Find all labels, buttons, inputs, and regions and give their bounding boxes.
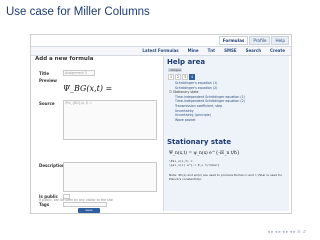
tab-help[interactable]: Help xyxy=(271,36,289,45)
sheet-title: Stationary state xyxy=(167,138,232,146)
beamer-navigation-icons[interactable]: ◂ ▸ ◂ ▸ ◂ ▸ ◂ ▸ ≡ ↺ xyxy=(268,230,307,235)
help-collapse-button[interactable]: collapse xyxy=(168,68,182,72)
source-label: Source xyxy=(39,101,55,106)
app-window: Formulas Profile Help Latest Formulas Mi… xyxy=(30,34,292,214)
pager-item-4[interactable]: 4 xyxy=(189,74,195,80)
topic-item[interactable]: Wave packet xyxy=(169,118,245,123)
save-button[interactable]: save xyxy=(78,208,100,213)
formula-form: Add a new formula Title Assignment 3 Pre… xyxy=(33,56,160,213)
state-formula: Ψ_n(x,t) = ψ_n(x) e^{-iE_n t/ħ} xyxy=(169,151,240,156)
tab-profile[interactable]: Profile xyxy=(249,36,271,45)
slide-title: Use case for Miller Columns xyxy=(6,6,150,18)
pager-item-3[interactable]: 3 xyxy=(182,74,188,80)
menu-tnt[interactable]: Tnt xyxy=(208,47,216,55)
pager-item-1[interactable]: 1 xyxy=(168,74,174,80)
tab-formulas[interactable]: Formulas xyxy=(218,36,249,45)
title-label: Title xyxy=(39,71,50,76)
help-note: Note: Ψn(x) and ψn(x) are used to produc… xyxy=(169,173,283,181)
pager-item-2[interactable]: 2 xyxy=(175,74,181,80)
tags-label: Tags xyxy=(39,202,50,207)
description-textarea[interactable] xyxy=(63,162,157,192)
description-label: Description xyxy=(39,163,65,168)
help-title: Help area xyxy=(167,58,206,66)
help-topic-list: Schrödinger's equation (1) Schrödinger's… xyxy=(169,81,245,122)
top-tabs: Formulas Profile Help xyxy=(218,36,289,45)
menu-search[interactable]: Search xyxy=(246,47,261,55)
menu-smse[interactable]: SMSE xyxy=(224,47,236,55)
latex-code-line: \psi_n(x) e^{-i E_n t/\hbar} xyxy=(169,163,220,168)
preview-label: Preview xyxy=(39,78,58,83)
form-header: Add a new formula xyxy=(35,56,94,62)
tags-input[interactable] xyxy=(63,202,107,207)
menu-create[interactable]: Create xyxy=(270,47,285,55)
menu-bar: Latest Formulas Mine Tnt SMSE Search Cre… xyxy=(31,46,291,56)
menu-latest-formulas[interactable]: Latest Formulas xyxy=(142,47,178,55)
help-panel: Help area collapse 1 2 3 4 Schrödinger's… xyxy=(163,56,289,211)
title-input[interactable]: Assignment 3 xyxy=(63,70,95,76)
help-pager: 1 2 3 4 xyxy=(168,74,195,80)
preview-formula: Ψ_BG(x,t) = xyxy=(63,84,113,93)
source-textarea[interactable]: \Psi_{BG}(x, t) = xyxy=(63,100,157,140)
topic-label: Stationary state xyxy=(172,90,199,95)
menu-mine[interactable]: Mine xyxy=(188,47,199,55)
latex-code: \Psi_n(x,t) = \psi_n(x) e^{-i E_n t/\hba… xyxy=(169,159,285,167)
